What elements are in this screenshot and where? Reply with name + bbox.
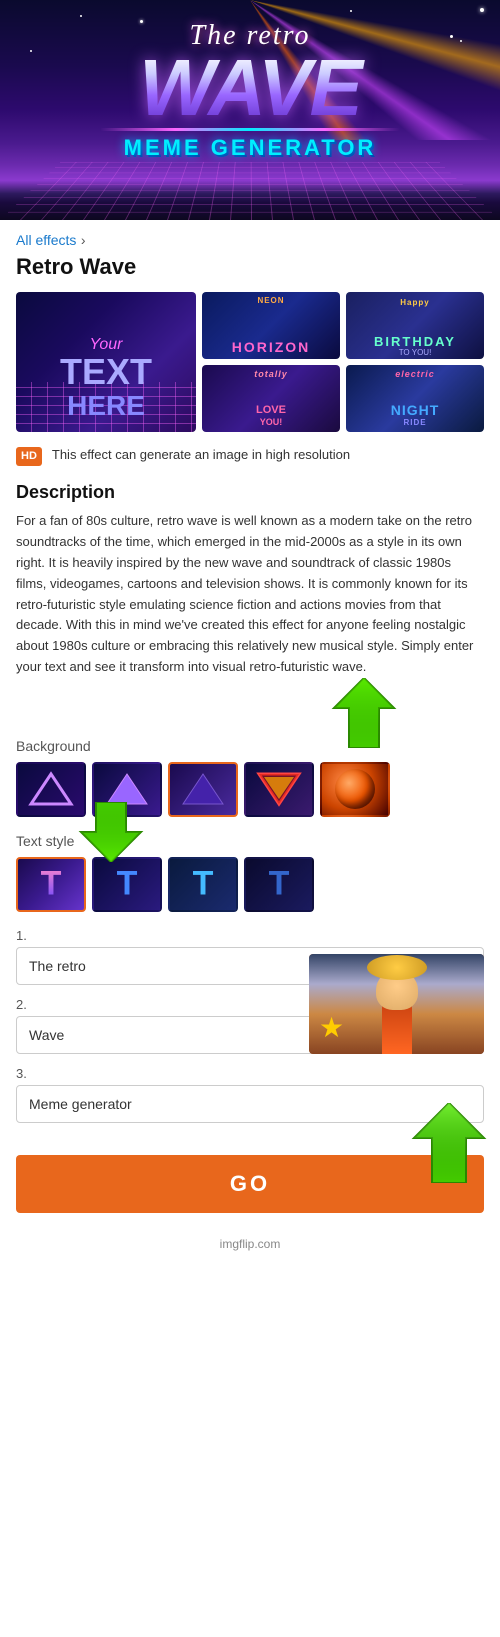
hero-title: The retro WAVE MEME GENERATOR	[100, 20, 400, 161]
hero-wave-text: WAVE	[100, 52, 400, 124]
preview-small-1: NEON HORIZON	[202, 292, 340, 359]
input-wrapper-2: ★	[16, 1016, 484, 1054]
ts1-letter: T	[41, 865, 62, 904]
popup-person	[362, 969, 432, 1054]
main-content: All effects › Retro Wave Your TEXT HERE …	[0, 220, 500, 1233]
preview-small-grid: NEON HORIZON Happy BIRTHDAY TO YOU! tota…	[202, 292, 484, 432]
preview-grid: Your TEXT HERE NEON HORIZON Happy BIRTHD…	[16, 292, 484, 432]
green-arrow-2	[76, 802, 146, 862]
text-style-options: T T T T	[16, 857, 484, 912]
preview-small-row-1: NEON HORIZON Happy BIRTHDAY TO YOU!	[202, 292, 484, 359]
preview-small-3: totally LOVEYOU!	[202, 365, 340, 432]
preview-small-4: electric NIGHTRIDE	[346, 365, 484, 432]
ps2-text: BIRTHDAY	[346, 334, 484, 349]
preview-small-row-2: totally LOVEYOU! electric NIGHTRIDE	[202, 365, 484, 432]
preview-large: Your TEXT HERE	[16, 292, 196, 432]
input-number-1: 1.	[16, 928, 484, 943]
star	[80, 15, 82, 17]
page-title: Retro Wave	[16, 254, 484, 280]
ps4-text: NIGHTRIDE	[346, 402, 484, 427]
ps3-text: LOVEYOU!	[202, 404, 340, 428]
ts3-letter: T	[193, 865, 214, 904]
preview-small-2: Happy BIRTHDAY TO YOU!	[346, 292, 484, 359]
bg-option-5[interactable]	[320, 762, 390, 817]
star	[350, 10, 352, 12]
popup-body	[382, 1004, 412, 1054]
popup-hair	[367, 955, 427, 980]
hd-text: This effect can generate an image in hig…	[52, 446, 350, 464]
popup-bg: ★	[309, 954, 484, 1054]
input-group-3: 3.	[16, 1066, 484, 1123]
breadcrumb: All effects ›	[16, 232, 484, 250]
footer-text: imgflip.com	[220, 1237, 281, 1251]
description-body: For a fan of 80s culture, retro wave is …	[16, 511, 484, 677]
bg3-icon	[178, 769, 228, 809]
bg5-planet	[335, 769, 375, 809]
bg4-icon	[254, 769, 304, 809]
arrow-container-1	[16, 698, 484, 748]
ps1-label: NEON	[202, 296, 340, 305]
bg-option-4[interactable]	[244, 762, 314, 817]
star	[460, 40, 462, 42]
footer: imgflip.com	[0, 1233, 500, 1255]
green-arrow-1	[324, 678, 404, 748]
ts-option-1[interactable]: T	[16, 857, 86, 912]
ps1-text: HORIZON	[202, 339, 340, 355]
hero-banner: The retro WAVE MEME GENERATOR	[0, 0, 500, 220]
ps2-label: Happy	[346, 298, 484, 307]
ts-option-2[interactable]: T	[92, 857, 162, 912]
input-number-3: 3.	[16, 1066, 484, 1081]
star-bright	[480, 8, 484, 12]
ps3-label: totally	[202, 369, 340, 379]
hd-badge: HD	[16, 447, 42, 466]
input-group-2: 2. ★	[16, 997, 484, 1054]
popup-star: ★	[319, 1011, 344, 1044]
bg1-icon	[26, 769, 76, 809]
description-title: Description	[16, 482, 484, 503]
preview-text-word: TEXT	[60, 354, 152, 390]
star	[450, 35, 453, 38]
ts-option-4[interactable]: T	[244, 857, 314, 912]
ps2-sub: TO YOU!	[346, 348, 484, 357]
ts2-letter: T	[117, 865, 138, 904]
star	[30, 50, 32, 52]
breadcrumb-separator: ›	[81, 232, 86, 248]
ts-option-3[interactable]: T	[168, 857, 238, 912]
preview-large-text: Your TEXT HERE	[60, 336, 152, 422]
bg-option-3[interactable]	[168, 762, 238, 817]
preview-here: HERE	[60, 390, 152, 422]
text-style-section: Text style T T	[16, 833, 484, 912]
popup-image: ★	[309, 954, 484, 1054]
breadcrumb-link[interactable]: All effects	[16, 232, 76, 248]
green-arrow-3	[404, 1103, 494, 1183]
ps4-label: electric	[346, 369, 484, 379]
hero-meme-generator-text: MEME GENERATOR	[100, 135, 400, 161]
hd-notice: HD This effect can generate an image in …	[16, 446, 484, 466]
ts4-letter: T	[269, 865, 290, 904]
